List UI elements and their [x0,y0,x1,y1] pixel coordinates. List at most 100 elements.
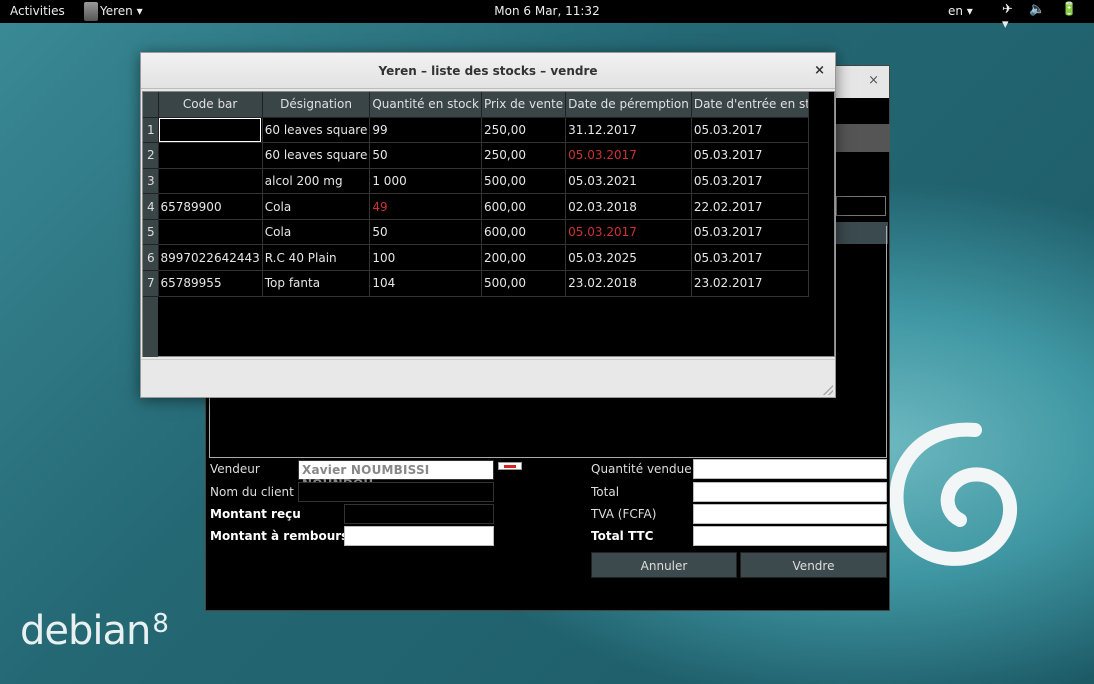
column-header-peremption[interactable]: Date de péremption [565,92,692,118]
row-number[interactable]: 5 [143,219,159,246]
system-menu-icons[interactable]: ✈ 🔈 🔋 ▾ [1002,2,1094,32]
client-name-field[interactable] [298,482,494,502]
row-number[interactable]: 3 [143,168,159,195]
row-number[interactable]: 4 [143,193,159,220]
column-header-quantite[interactable]: Quantité en stock [369,92,482,118]
quantite-cell[interactable]: 104 [369,270,482,297]
code-bar-cell[interactable] [158,219,263,246]
toolbar-fragment [836,124,890,152]
table-row[interactable]: 1 60 leaves square 99 250,00 31.12.2017 05.03… [143,117,834,144]
total-ttc-label: Total TTC [591,529,654,543]
total-field[interactable] [693,482,887,502]
prix-cell[interactable]: 200,00 [481,244,567,272]
language-selector[interactable]: en ▾ [948,4,973,18]
peremption-cell[interactable]: 05.03.2025 [565,244,692,272]
table-row[interactable]: 3 alcol 200 mg 1 000 500,00 05.03.2021 05.03.… [143,168,834,195]
row-number[interactable]: 1 [143,117,159,144]
app-menu-label: Yeren ▾ [100,4,143,18]
row-number[interactable]: 2 [143,142,159,169]
minus-icon [504,465,516,468]
total-ttc-field[interactable] [693,526,887,546]
close-icon[interactable]: × [814,63,825,78]
montant-recu-label: Montant reçu [210,507,301,521]
prix-cell[interactable]: 500,00 [481,168,567,195]
row-number[interactable]: 6 [143,244,159,272]
vendeur-field[interactable]: Xavier NOUMBISSI NOUNDOU [298,460,494,491]
quantite-vendue-label: Quantité vendue [591,462,692,476]
table-row[interactable]: 5 Cola 50 600,00 05.03.2017 05.03.2017 [143,219,834,246]
code-bar-cell[interactable] [158,168,263,195]
clock-area: Mon 6 Mar, 11:32 [0,4,1094,18]
code-bar-cell[interactable]: 65789900 [158,193,263,220]
table-empty-area [808,92,834,297]
designation-cell[interactable]: Cola [262,219,371,246]
resize-grip-icon[interactable] [823,385,833,395]
quantite-cell[interactable]: 50 [369,142,482,169]
prix-cell[interactable]: 600,00 [481,193,567,220]
table-row[interactable]: 2 60 leaves square 50 250,00 05.03.2017 05.03… [143,142,834,169]
designation-cell[interactable]: Cola [262,193,371,220]
row-number[interactable]: 7 [143,270,159,297]
peremption-cell[interactable]: 05.03.2017 [565,219,692,246]
designation-cell[interactable]: R.C 40 Plain [262,244,371,272]
peremption-cell[interactable]: 05.03.2021 [565,168,692,195]
table-header-row: Code bar Désignation Quantité en stock P… [143,92,834,118]
annuler-button[interactable]: Annuler [591,552,737,578]
tva-field[interactable] [693,504,887,524]
debian-logo: debian8 [20,608,169,654]
input-fragment[interactable] [836,196,886,216]
montant-rembourser-field[interactable] [344,526,494,546]
dialog-title[interactable]: Yeren – liste des stocks – vendre [141,53,835,89]
client-label: Nom du client [210,485,294,499]
prix-cell[interactable]: 250,00 [481,142,567,169]
prix-cell[interactable]: 250,00 [481,117,567,144]
column-header-designation[interactable]: Désignation [262,92,371,118]
quantite-vendue-field[interactable] [693,459,887,479]
table-row[interactable]: 4 65789900 Cola 49 600,00 02.03.2018 22.02.201… [143,193,834,220]
close-icon[interactable]: × [868,73,879,88]
vendre-button[interactable]: Vendre [740,552,887,578]
vendeur-label: Vendeur [210,462,260,476]
designation-cell[interactable]: 60 leaves square [262,117,371,144]
quantite-cell[interactable]: 49 [369,193,482,220]
row-header-gutter [143,297,158,357]
prix-cell[interactable]: 500,00 [481,270,567,297]
prix-cell[interactable]: 600,00 [481,219,567,246]
app-menu[interactable]: Yeren ▾ [82,0,151,23]
app-icon [84,2,98,21]
dialog-footer [141,359,835,397]
table-row[interactable]: 7 65789955 Top fanta 104 500,00 23.02.2018 23.… [143,270,834,297]
designation-cell[interactable]: 60 leaves square [262,142,371,169]
total-label: Total [591,485,620,499]
peremption-cell[interactable]: 02.03.2018 [565,193,692,220]
stock-table[interactable]: Code bar Désignation Quantité en stock P… [142,91,835,357]
column-header-prix[interactable]: Prix de vente [481,92,567,118]
quantite-cell[interactable]: 1 000 [369,168,482,195]
table-row[interactable]: 6 8997022642443 R.C 40 Plain 100 200,00 05.03… [143,244,834,272]
debian-logo-version: 8 [152,609,169,639]
montant-recu-field[interactable] [344,504,494,524]
column-header-code-bar[interactable]: Code bar [158,92,263,118]
stock-list-dialog: Yeren – liste des stocks – vendre × Code… [140,52,836,398]
tva-label: TVA (FCFA) [591,507,657,521]
quantite-cell[interactable]: 100 [369,244,482,272]
code-bar-cell[interactable] [158,142,263,169]
clock[interactable]: Mon 6 Mar, 11:32 [494,4,599,18]
quantite-cell[interactable]: 50 [369,219,482,246]
peremption-cell[interactable]: 05.03.2017 [565,142,692,169]
debian-swirl-icon [889,422,1017,566]
code-bar-cell[interactable]: 65789955 [158,270,263,297]
designation-cell[interactable]: alcol 200 mg [262,168,371,195]
activities-button[interactable]: Activities [10,4,65,18]
montant-rembourser-label: Montant à rembourser [210,529,363,543]
peremption-cell[interactable]: 31.12.2017 [565,117,692,144]
peremption-cell[interactable]: 23.02.2018 [565,270,692,297]
row-number-header [143,92,159,118]
remove-vendor-button[interactable] [498,462,522,470]
top-bar: Activities Yeren ▾ Mon 6 Mar, 11:32 en ▾… [0,0,1094,32]
designation-cell[interactable]: Top fanta [262,270,371,297]
code-bar-cell[interactable]: 8997022642443 [158,244,263,272]
quantite-cell[interactable]: 99 [369,117,482,144]
code-bar-cell[interactable] [158,117,263,144]
debian-logo-text: debian [20,608,151,654]
